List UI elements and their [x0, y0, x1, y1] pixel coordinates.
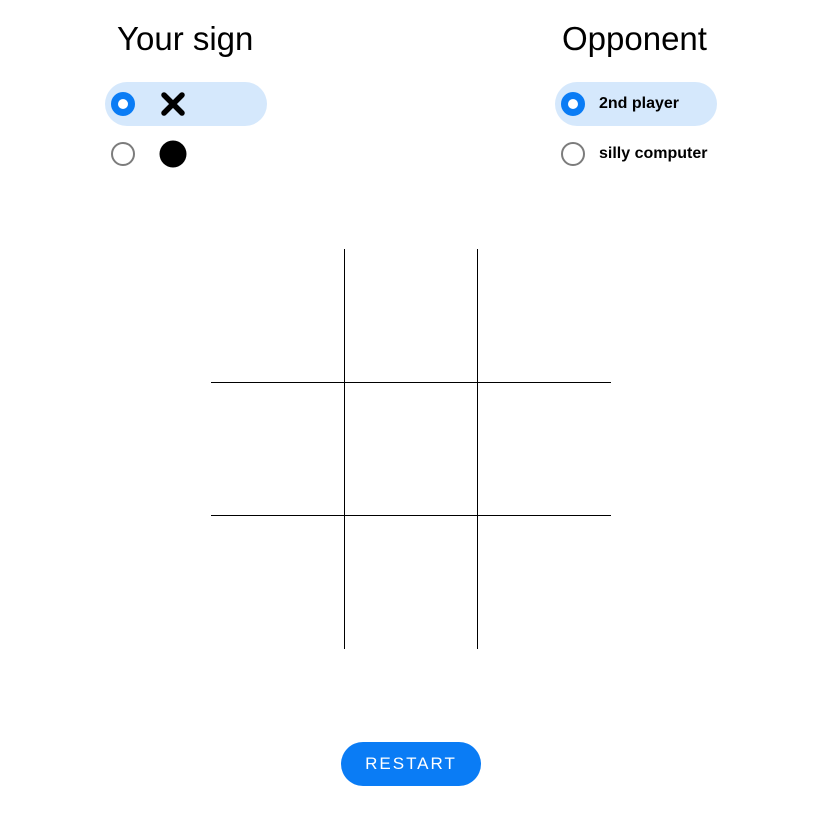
opponent-option-2nd-player[interactable]: 2nd player: [555, 82, 717, 126]
restart-button[interactable]: RESTART: [341, 742, 481, 786]
opponent-option-label: 2nd player: [599, 95, 680, 112]
filled-circle-icon: [159, 140, 187, 168]
board-cell[interactable]: [211, 249, 344, 382]
grid-line-vertical: [477, 249, 478, 649]
radio-unselected-icon[interactable]: [111, 142, 135, 166]
radio-unselected-icon[interactable]: [561, 142, 585, 166]
board-cell[interactable]: [211, 383, 344, 516]
board-cell[interactable]: [211, 516, 344, 649]
board-cell[interactable]: [345, 383, 478, 516]
board-cell[interactable]: [345, 516, 478, 649]
board-cell[interactable]: [478, 516, 611, 649]
board-cell[interactable]: [478, 383, 611, 516]
grid-line-vertical: [344, 249, 345, 649]
board-cell[interactable]: [478, 249, 611, 382]
grid-line-horizontal: [211, 515, 611, 516]
your-sign-heading: Your sign: [117, 20, 254, 57]
x-mark-icon: [161, 92, 185, 116]
opponent-option-label: silly computer: [599, 145, 708, 162]
board-cell[interactable]: [345, 249, 478, 382]
radio-selected-icon[interactable]: [111, 92, 135, 116]
grid-line-horizontal: [211, 382, 611, 383]
opponent-option-silly-computer[interactable]: silly computer: [555, 132, 725, 176]
sign-option-o[interactable]: [105, 132, 267, 176]
radio-selected-icon[interactable]: [561, 92, 585, 116]
sign-option-x[interactable]: [105, 82, 267, 126]
game-board: [211, 249, 611, 649]
opponent-heading: Opponent: [562, 20, 707, 57]
